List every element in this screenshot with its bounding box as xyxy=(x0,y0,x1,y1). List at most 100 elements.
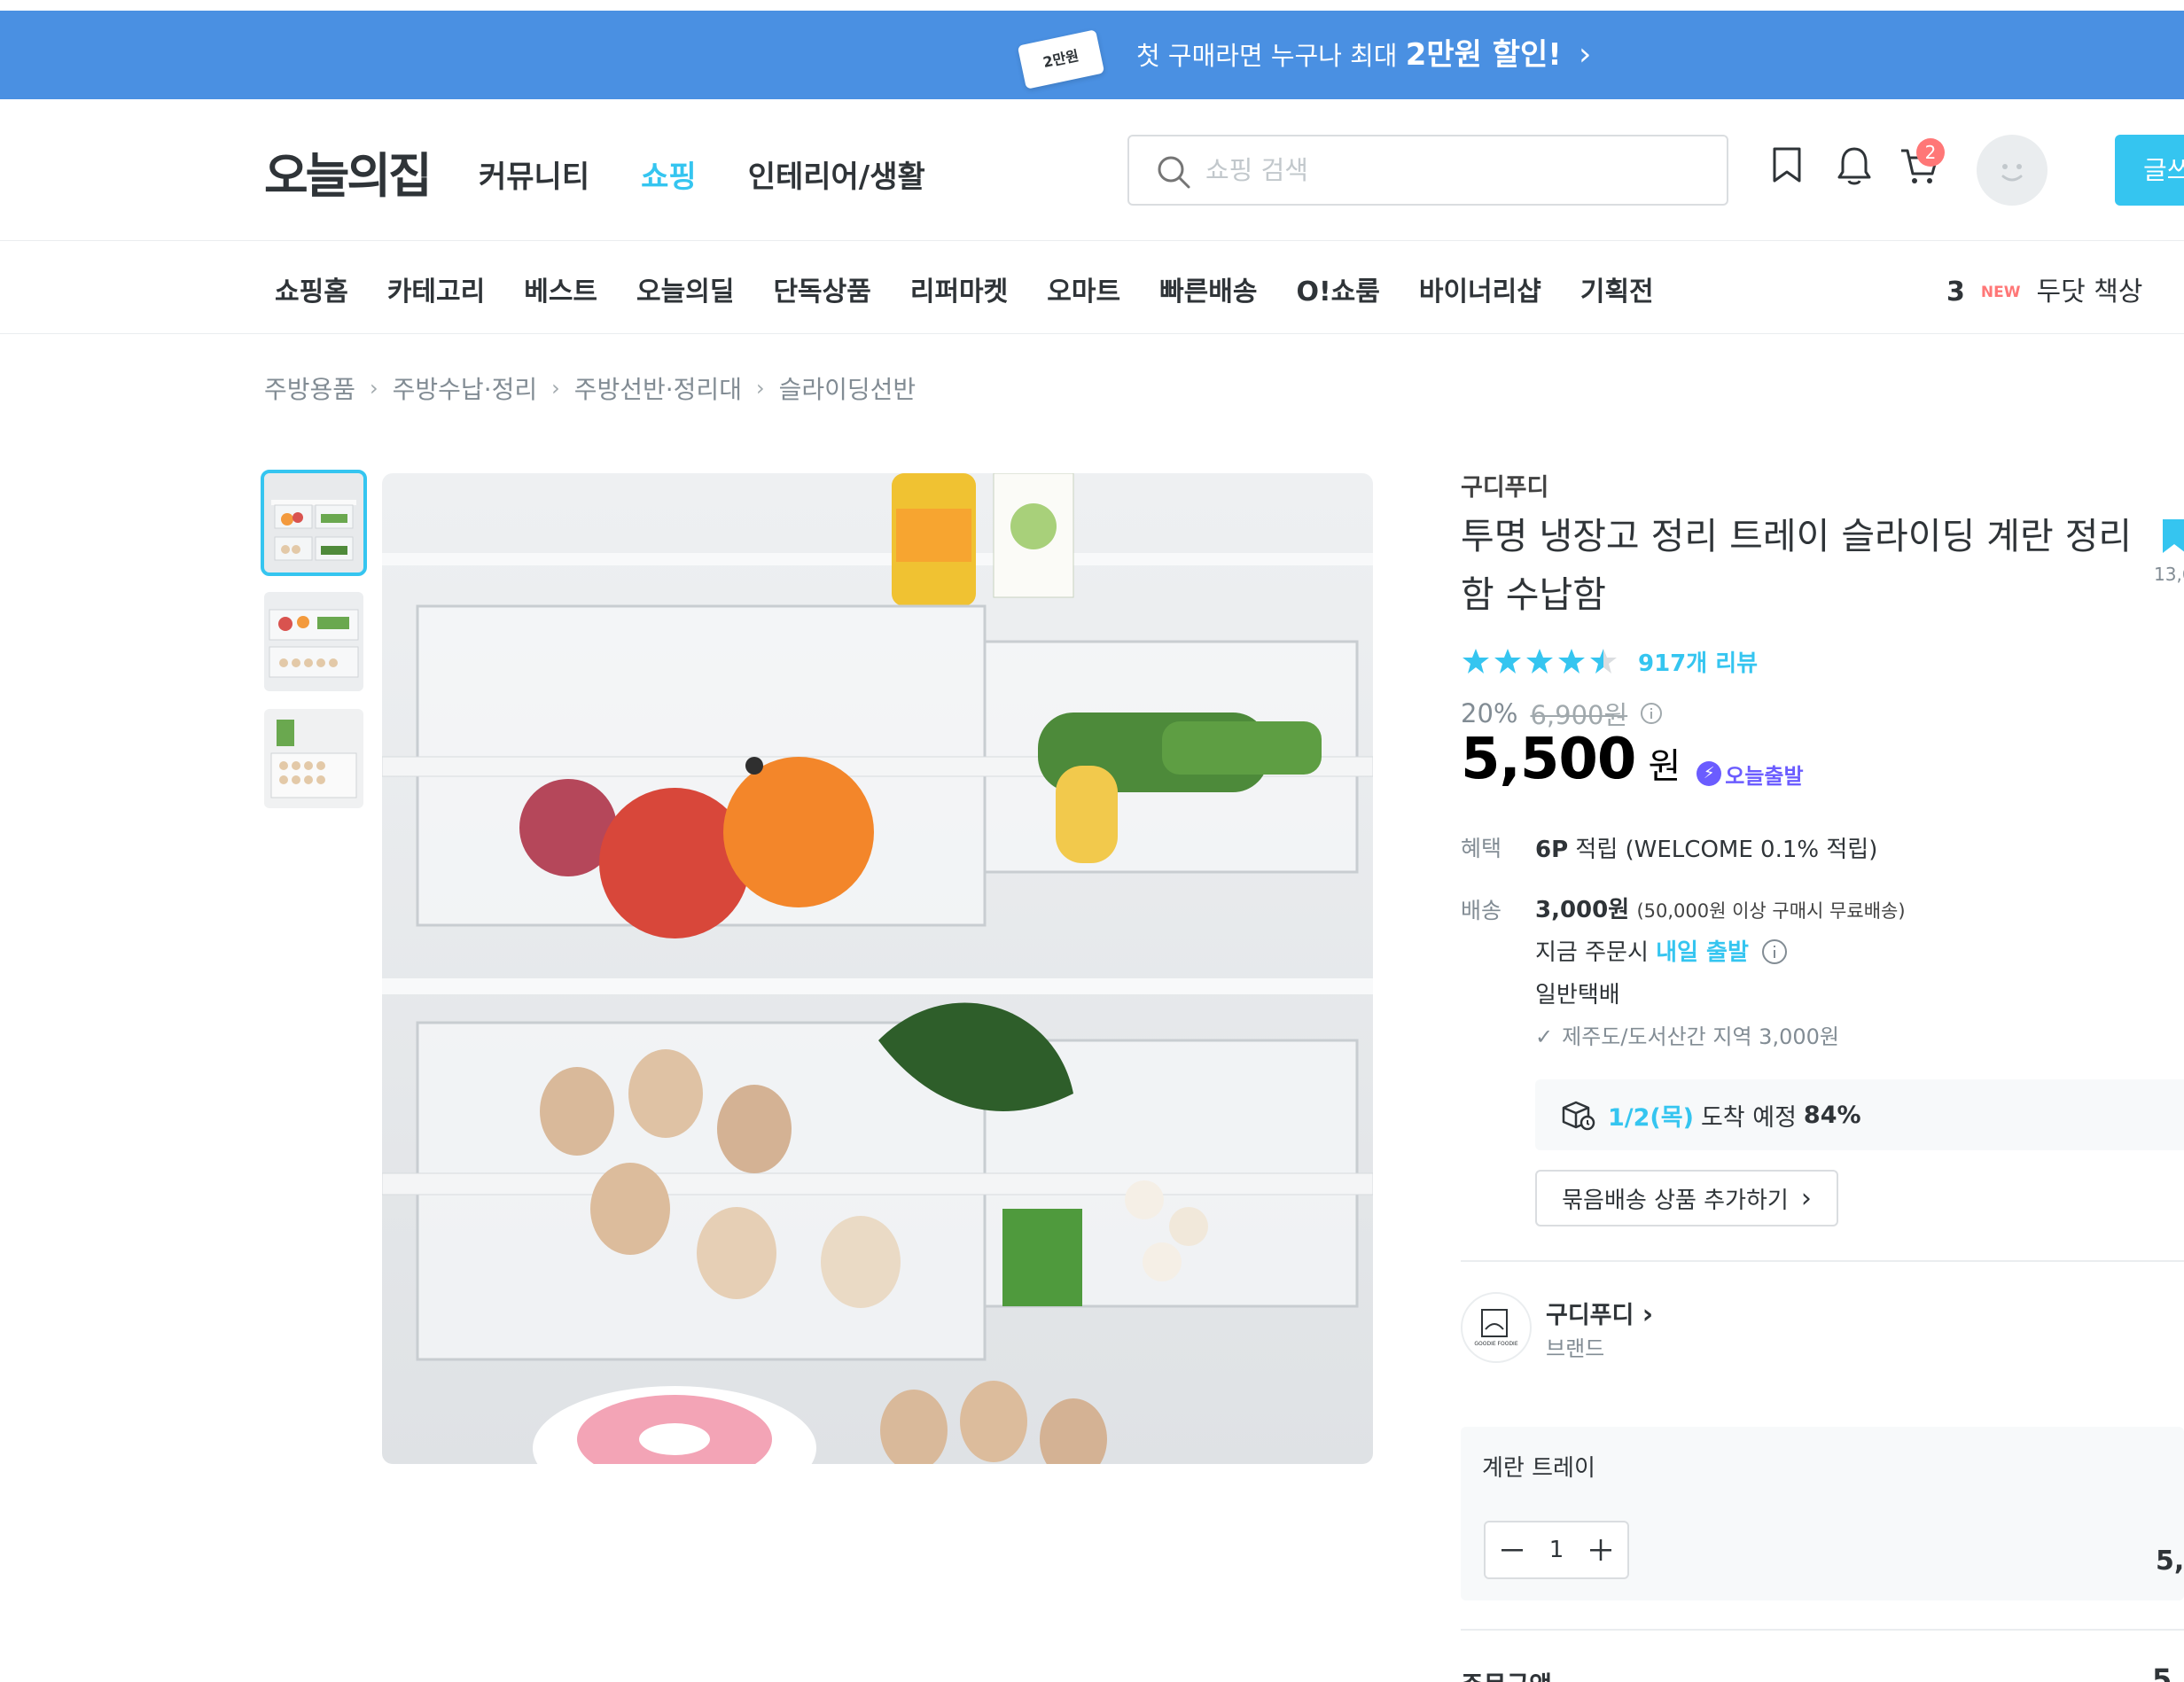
breadcrumb-item[interactable]: 슬라이딩선반 xyxy=(779,370,916,406)
chevron-right-icon: › xyxy=(551,376,560,401)
thumbnail-2[interactable] xyxy=(264,592,363,691)
nav-interior[interactable]: 인테리어/생활 xyxy=(748,152,925,196)
thumbnail-3[interactable] xyxy=(264,709,363,808)
avatar[interactable] xyxy=(1977,135,2048,206)
subnav-refurb-market[interactable]: 리퍼마켓 xyxy=(910,269,1008,308)
thumbnail-image xyxy=(264,473,363,572)
eta-date: 1/2(목) xyxy=(1608,1103,1694,1132)
breadcrumb: 주방용품 › 주방수납·정리 › 주방선반·정리대 › 슬라이딩선반 xyxy=(264,370,916,406)
breadcrumb-item[interactable]: 주방선반·정리대 xyxy=(574,370,742,406)
subnav-fast-delivery[interactable]: 빠른배송 xyxy=(1159,269,1257,308)
nav-shopping[interactable]: 쇼핑 xyxy=(641,152,697,196)
subnav-todays-deal[interactable]: 오늘의딜 xyxy=(636,269,734,308)
bundle-shipping-button[interactable]: 묶음배송 상품 추가하기 › xyxy=(1535,1170,1838,1226)
promo-text-prefix: 첫 구매라면 누구나 최대 xyxy=(1136,41,1406,71)
discount-rate: 20% xyxy=(1461,698,1518,728)
main-nav: 커뮤니티 쇼핑 인테리어/생활 xyxy=(479,152,925,196)
bell-icon[interactable] xyxy=(1835,145,1874,186)
shipping-fee-note: (50,000원 이상 구매시 무료배송) xyxy=(1636,900,1906,922)
product-main-image[interactable] xyxy=(382,473,1373,1464)
order-total-price: 5 xyxy=(2152,1663,2172,1682)
new-badge: NEW xyxy=(1980,284,2021,301)
island-fee-text: 제주도/도서산간 지역 3,000원 xyxy=(1562,1024,1839,1049)
product-photo xyxy=(382,473,1373,1464)
info-icon[interactable] xyxy=(1640,702,1663,725)
promo-text-strong: 2만원 할인! xyxy=(1405,37,1562,73)
departure-highlight: 내일 출발 xyxy=(1656,939,1749,966)
today-departure-label: 오늘출발 xyxy=(1725,763,1804,789)
divider xyxy=(1461,1260,2184,1262)
order-total-label: 주문금액 xyxy=(1461,1666,1552,1682)
subnav-binary-shop[interactable]: 바이너리샵 xyxy=(1419,269,1541,308)
info-icon[interactable] xyxy=(1761,938,1788,965)
search-box[interactable] xyxy=(1127,135,1728,206)
product-rating[interactable]: 917개 리뷰 xyxy=(1461,645,1758,678)
thumbnail-1[interactable] xyxy=(261,470,367,576)
subnav-category[interactable]: 카테고리 xyxy=(387,269,485,308)
benefit-value: 6P 적립 (WELCOME 0.1% 적립) xyxy=(1535,831,1877,864)
subnav-omart[interactable]: 오마트 xyxy=(1047,269,1120,308)
minus-icon[interactable] xyxy=(1500,1538,1525,1562)
shipping-fee-value: 3,000원 xyxy=(1535,897,1630,923)
brand-name-link[interactable]: 구디푸디 › xyxy=(1546,1296,1653,1330)
breadcrumb-item[interactable]: 주방수납·정리 xyxy=(393,370,537,406)
eta-text: 도착 예정 xyxy=(1700,1103,1797,1132)
subnav-best[interactable]: 베스트 xyxy=(524,269,597,308)
search-icon xyxy=(1158,156,1190,189)
eta-percent: 84% xyxy=(1803,1101,1861,1129)
product-brand[interactable]: 구디푸디 xyxy=(1461,468,1548,502)
thumbnail-image xyxy=(264,709,363,808)
product-title: 투명 냉장고 정리 트레이 슬라이딩 계란 정리함 수납함 xyxy=(1461,515,2133,616)
logo[interactable]: 오늘의집 xyxy=(264,136,433,206)
check-icon: ✓ xyxy=(1535,1024,1554,1049)
brand-sub-label: 브랜드 xyxy=(1546,1336,1605,1361)
coupon-ticket: 2만원 xyxy=(1017,29,1105,90)
chevron-right-icon: › xyxy=(370,376,378,401)
currency-label: 원 xyxy=(1648,746,1681,787)
thumbnail-image xyxy=(264,592,363,691)
nav-community[interactable]: 커뮤니티 xyxy=(479,152,589,196)
divider xyxy=(1461,1629,2184,1631)
search-input[interactable] xyxy=(1205,149,1702,191)
lightning-icon: ⚡ xyxy=(1696,761,1722,786)
brand-logo-text: GOODIE FOODIE xyxy=(1474,1341,1517,1347)
quantity-stepper[interactable]: 1 xyxy=(1484,1521,1629,1579)
subnav-o-showroom[interactable]: O!쇼룸 xyxy=(1296,269,1379,308)
bundle-shipping-label: 묶음배송 상품 추가하기 xyxy=(1562,1187,1789,1214)
quantity-value[interactable]: 1 xyxy=(1549,1537,1564,1563)
trending-keyword-text: 두닷 책상 xyxy=(2036,276,2143,308)
promo-text[interactable]: 첫 구매라면 누구나 최대 2만원 할인! › xyxy=(1136,11,1591,99)
benefit-points-suffix: 적립 (WELCOME 0.1% 적립) xyxy=(1568,837,1878,863)
coupon-ticket-label: 2만원 xyxy=(1041,47,1080,72)
island-fee-note: ✓ 제주도/도서산간 지역 3,000원 xyxy=(1535,1019,1839,1050)
brand-logo-mark: GOODIE FOODIE xyxy=(1474,1309,1518,1347)
scrap-icon[interactable] xyxy=(2161,518,2184,557)
shipping-method: 일반택배 xyxy=(1535,982,1620,1008)
review-count-link[interactable]: 917개 리뷰 xyxy=(1638,645,1758,678)
plus-icon[interactable] xyxy=(1588,1538,1613,1562)
option-name: 계란 트레이 xyxy=(1482,1455,1595,1482)
chevron-right-icon: › xyxy=(1800,1182,1812,1214)
trending-keyword[interactable]: 3 NEW 두닷 책상 xyxy=(1946,269,2142,308)
subnav-exclusive[interactable]: 단독상품 xyxy=(773,269,870,308)
chevron-right-icon: › xyxy=(1579,36,1592,73)
chevron-right-icon: › xyxy=(1642,1299,1654,1330)
bookmark-icon[interactable] xyxy=(1769,145,1805,184)
benefit-label: 혜택 xyxy=(1461,836,1502,861)
breadcrumb-item[interactable]: 주방용품 xyxy=(264,370,355,406)
sale-price: 5,500 xyxy=(1461,727,1636,792)
write-button[interactable]: 글쓰 xyxy=(2115,135,2184,206)
brand-logo[interactable]: GOODIE FOODIE xyxy=(1461,1292,1532,1363)
shipping-label: 배송 xyxy=(1461,898,1502,923)
subnav-shopping-home[interactable]: 쇼핑홈 xyxy=(275,269,348,308)
trending-rank: 3 xyxy=(1946,276,1965,308)
today-departure-badge: ⚡ 오늘출발 xyxy=(1696,759,1804,790)
shipping-departure: 지금 주문시 내일 출발 xyxy=(1535,934,1788,967)
departure-prefix: 지금 주문시 xyxy=(1535,939,1657,966)
promo-banner[interactable]: 2만원 첫 구매라면 누구나 최대 2만원 할인! › xyxy=(0,11,2184,99)
avatar-face-icon xyxy=(2001,164,2023,182)
scrap-count: 13,6 xyxy=(2154,564,2184,585)
delivery-box-icon xyxy=(1562,1101,1595,1131)
subnav-exhibition[interactable]: 기획전 xyxy=(1580,269,1654,308)
header: 오늘의집 커뮤니티 쇼핑 인테리어/생활 2 글쓰 xyxy=(0,99,2184,241)
